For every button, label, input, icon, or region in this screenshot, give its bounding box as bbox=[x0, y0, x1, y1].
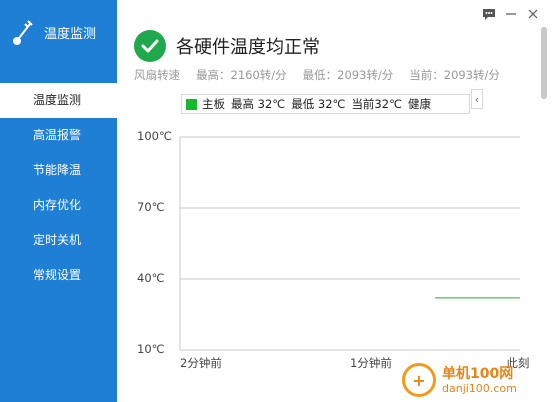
sidebar: 温度监测 温度监测 高温报警 节能降温 内存优化 定时关机 常规设置 bbox=[0, 0, 117, 402]
y-tick-label: 10℃ bbox=[137, 342, 165, 356]
x-tick-label: 1分钟前 bbox=[350, 356, 392, 370]
legend-min: 最低 32℃ bbox=[291, 97, 346, 111]
sidebar-item-memory[interactable]: 内存优化 bbox=[0, 188, 117, 223]
y-tick-label: 40℃ bbox=[137, 271, 165, 285]
app-title: 温度监测 bbox=[44, 26, 97, 42]
sidebar-item-alarm[interactable]: 高温报警 bbox=[0, 118, 117, 153]
y-tick-label: 100℃ bbox=[137, 129, 172, 143]
y-tick-label: 70℃ bbox=[137, 200, 165, 214]
sidebar-item-cooling[interactable]: 节能降温 bbox=[0, 153, 117, 188]
scrollbar-thumb[interactable] bbox=[541, 27, 547, 99]
watermark-line2: danji100.com bbox=[442, 381, 517, 395]
status-header: 各硬件温度均正常 bbox=[134, 30, 320, 62]
chevron-left-icon: ‹ bbox=[474, 92, 480, 106]
legend-name: 主板 bbox=[202, 97, 225, 111]
fan-label: 风扇转速 bbox=[134, 68, 180, 82]
sidebar-item-temperature[interactable]: 温度监测 bbox=[0, 83, 117, 118]
x-tick-label: 2分钟前 bbox=[180, 356, 222, 370]
legend-current: 当前32℃ bbox=[351, 97, 402, 111]
fan-min: 最低：2093转/分 bbox=[302, 68, 394, 82]
watermark-line1: 单机100网 bbox=[442, 365, 514, 382]
thermometer-icon bbox=[13, 20, 33, 45]
watermark: + 单机100网 danji100.com bbox=[402, 358, 552, 402]
minimize-button[interactable] bbox=[500, 5, 522, 23]
sidebar-item-settings[interactable]: 常规设置 bbox=[0, 258, 117, 293]
close-icon bbox=[528, 9, 538, 19]
brand: 温度监测 bbox=[0, 0, 117, 64]
legend-collapse-button[interactable]: ‹ bbox=[471, 89, 483, 109]
chat-icon bbox=[483, 8, 495, 20]
minimize-icon bbox=[506, 13, 516, 15]
fan-max: 最高：2160转/分 bbox=[196, 68, 287, 82]
sidebar-item-shutdown[interactable]: 定时关机 bbox=[0, 223, 117, 258]
feedback-button[interactable] bbox=[478, 5, 500, 23]
legend-swatch bbox=[186, 98, 197, 110]
legend-max: 最高 32℃ bbox=[231, 97, 286, 111]
fan-current: 当前：2093转/分 bbox=[409, 68, 500, 82]
chart-legend: 主板 最高 32℃ 最低 32℃ 当前32℃ 健康 bbox=[181, 94, 470, 114]
legend-state: 健康 bbox=[408, 97, 431, 111]
close-button[interactable] bbox=[522, 5, 544, 23]
check-circle-icon bbox=[134, 30, 166, 62]
watermark-logo: + bbox=[402, 363, 436, 397]
sidebar-nav: 温度监测 高温报警 节能降温 内存优化 定时关机 常规设置 bbox=[0, 83, 117, 293]
window-controls bbox=[478, 5, 544, 23]
fan-metrics: 风扇转速 最高：2160转/分 最低：2093转/分 当前：2093转/分 bbox=[134, 67, 500, 83]
status-title: 各硬件温度均正常 bbox=[176, 37, 320, 58]
temperature-chart bbox=[179, 136, 520, 351]
